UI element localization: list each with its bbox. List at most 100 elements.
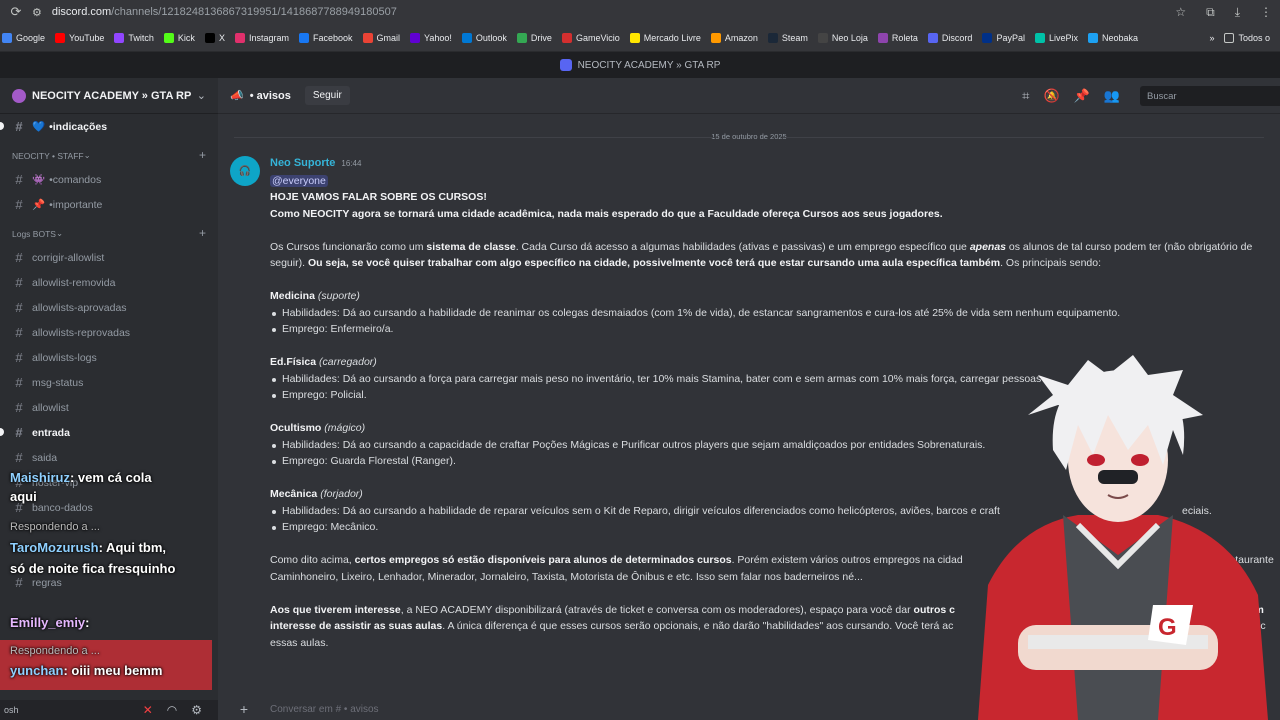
bookmark-label: Discord (941, 32, 973, 43)
gear-icon[interactable]: ⚙ (191, 703, 202, 717)
chevron-down-icon: ⌄ (55, 228, 64, 238)
folder-icon (1224, 33, 1235, 43)
bookmark-favicon-icon (927, 32, 938, 43)
bookmark-favicon-icon (163, 32, 174, 43)
channel-emoji-icon: 💙 (32, 121, 46, 133)
bookmark-roleta[interactable]: Roleta (877, 32, 918, 43)
channel-item[interactable]: # corrigir-allowlist (0, 245, 218, 270)
mention-everyone[interactable]: @everyone (270, 174, 328, 187)
chevron-down-icon[interactable]: ⌄ (197, 89, 206, 102)
channel-category[interactable]: Logs BOTS ⌄ + (0, 217, 218, 245)
bookmark-gamevicio[interactable]: GameVicio (561, 32, 620, 43)
bookmark-label: Yahoo! (424, 32, 452, 43)
search-input[interactable]: Buscar (1140, 86, 1280, 106)
channel-item[interactable]: # msg-status (0, 370, 218, 395)
course-skills: Habilidades: Dá ao cursando a habilidade… (270, 305, 1280, 322)
server-icon (559, 59, 572, 71)
intro-paragraph: Os Cursos funcionarão como um sistema de… (270, 240, 1253, 253)
all-bookmarks-folder[interactable]: Todos o (1224, 33, 1270, 43)
message-author[interactable]: Neo Suporte (270, 157, 335, 169)
hash-icon: # (15, 425, 23, 440)
bookmark-amazon[interactable]: Amazon (710, 32, 758, 43)
all-bookmarks-label: Todos o (1238, 33, 1270, 43)
hash-icon: # (15, 119, 23, 134)
bookmark-label: Twitch (128, 32, 154, 43)
bookmark-neo-loja[interactable]: Neo Loja (817, 32, 868, 43)
bookmark-instagram[interactable]: Instagram (234, 32, 289, 43)
bookmark-mercado-livre[interactable]: Mercado Livre (629, 32, 701, 43)
notification-bell-icon[interactable]: 🔕 (1043, 88, 1059, 104)
bookmark-favicon-icon (410, 32, 421, 43)
members-icon[interactable]: 👥 (1104, 88, 1120, 104)
channel-item[interactable]: # regras (0, 570, 218, 595)
bookmark-star-icon[interactable]: ☆ (1175, 5, 1186, 19)
composer-placeholder: Conversar em # • avisos (270, 703, 379, 715)
add-channel-icon[interactable]: + (199, 148, 206, 162)
svg-text:G: G (1158, 614, 1177, 641)
extensions-icon[interactable]: ⧉ (1206, 5, 1215, 20)
channel-label: allowlists-aprovadas (32, 301, 127, 314)
channel-item[interactable]: # hoster-vip (0, 470, 218, 495)
bookmark-yahoo-[interactable]: Yahoo! (410, 32, 452, 43)
bookmark-neobaka[interactable]: Neobaka (1087, 32, 1138, 43)
address-bar[interactable]: discord.com/channels/1218248136867319951… (52, 6, 397, 18)
add-attachment-icon[interactable]: + (230, 701, 258, 717)
channel-emoji-icon: 👾 (32, 174, 46, 186)
mic-muted-icon[interactable]: ✕ (143, 703, 153, 717)
bookmark-favicon-icon (817, 32, 828, 43)
bookmark-label: X (218, 32, 225, 43)
channel-item[interactable]: # banco-dados (0, 495, 218, 520)
follow-button[interactable]: Seguir (304, 86, 350, 105)
bookmark-label: Neo Loja (831, 32, 868, 43)
bookmark-outlook[interactable]: Outlook (461, 32, 507, 43)
headset-icon[interactable]: ◠ (167, 703, 177, 717)
channel-label: saida (32, 451, 58, 464)
channel-label: allowlist (32, 401, 69, 414)
bookmark-facebook[interactable]: Facebook (298, 32, 353, 43)
add-channel-icon[interactable]: + (199, 226, 206, 240)
bookmark-favicon-icon (1087, 32, 1098, 43)
channel-item[interactable]: # allowlists-logs (0, 345, 218, 370)
channel-sidebar: NEOCITY ACADEMY » GTA RP ⌄ # 💙 • indicaçõe… (0, 78, 218, 720)
channel-item[interactable]: # entrada (0, 420, 218, 445)
bookmark-gmail[interactable]: Gmail (362, 32, 400, 43)
channel-item[interactable]: # saida (0, 445, 218, 470)
avatar[interactable]: 🎧 (230, 156, 260, 186)
bookmark-google[interactable]: Google (2, 32, 46, 43)
bookmark-x[interactable]: X (204, 32, 225, 43)
bookmark-drive[interactable]: Drive (516, 32, 552, 43)
site-info-icon[interactable]: ⚙ (32, 6, 42, 19)
channel-category[interactable]: NEOCITY • STAFF ⌄ + (0, 139, 218, 167)
pin-icon[interactable]: 📌 (1074, 88, 1090, 104)
bookmark-label: Google (16, 32, 46, 43)
download-icon[interactable]: ⤓ (1235, 5, 1240, 20)
channel-item[interactable]: # allowlist-removida (0, 270, 218, 295)
bookmarks-more-button[interactable]: » (1209, 33, 1214, 43)
bookmark-youtube[interactable]: YouTube (55, 32, 105, 43)
channel-item[interactable]: # allowlists-reprovadas (0, 320, 218, 345)
bookmark-kick[interactable]: Kick (163, 32, 195, 43)
threads-icon[interactable]: ⌗ (1022, 88, 1029, 104)
server-header[interactable]: NEOCITY ACADEMY » GTA RP ⌄ (0, 78, 218, 114)
channel-item[interactable]: # 💙 • indicações (0, 114, 218, 139)
menu-icon[interactable]: ⋮ (1260, 5, 1272, 19)
channel-item[interactable]: # 👾 • comandos (0, 167, 218, 192)
channel-label: importante (52, 198, 103, 211)
bookmark-label: PayPal (996, 32, 1025, 43)
bookmark-steam[interactable]: Steam (767, 32, 808, 43)
channel-item[interactable]: # allowlist (0, 395, 218, 420)
bookmark-favicon-icon (516, 32, 527, 43)
bookmark-favicon-icon (298, 32, 309, 43)
reload-icon[interactable]: ⟳ (0, 4, 32, 20)
user-name[interactable]: osh (4, 705, 19, 715)
message-timestamp: 16:44 (341, 159, 362, 168)
channel-item[interactable]: # 📌 • importante (0, 192, 218, 217)
bookmark-livepix[interactable]: LivePix (1034, 32, 1078, 43)
bookmark-label: YouTube (69, 32, 105, 43)
channel-item[interactable]: # allowlists-aprovadas (0, 295, 218, 320)
intro-paragraph-2: seguir). Ou seja, se você quiser trabalh… (270, 257, 1102, 269)
bookmark-twitch[interactable]: Twitch (114, 32, 154, 43)
bookmark-paypal[interactable]: PayPal (982, 32, 1025, 43)
bookmark-discord[interactable]: Discord (927, 32, 973, 43)
channel-label: allowlists-logs (32, 351, 97, 364)
